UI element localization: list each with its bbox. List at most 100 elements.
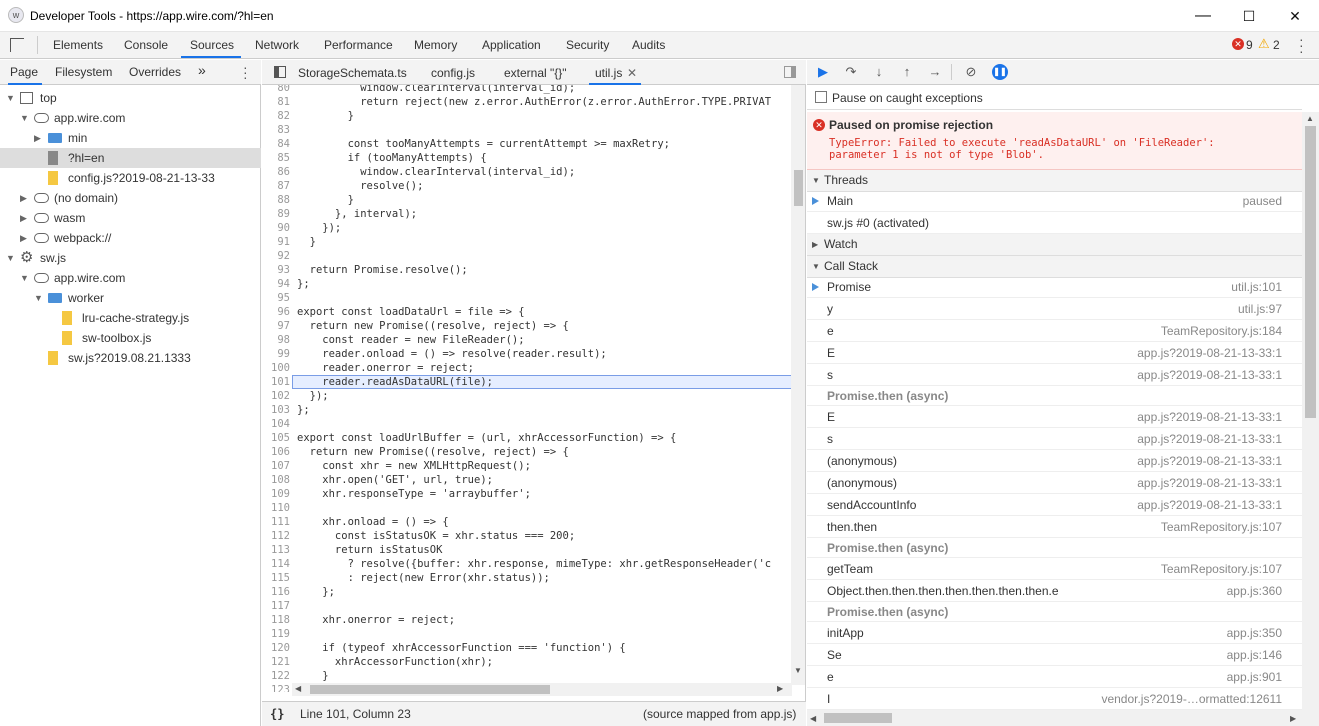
expanded-icon[interactable]: ▼ [34, 288, 43, 308]
code-line[interactable]: xhr.open('GET', url, true); [297, 473, 493, 487]
step-out-icon[interactable]: ↑ [899, 64, 915, 80]
frame-location[interactable]: TeamRepository.js:184 [1161, 320, 1282, 342]
tree-item[interactable]: ▼ app.wire.com [0, 268, 261, 288]
line-number[interactable]: 109 [262, 487, 290, 501]
callstack-section-header[interactable]: ▼ Call Stack [807, 256, 1302, 278]
watch-section-header[interactable]: ▶ Watch [807, 234, 1302, 256]
line-number[interactable]: 117 [262, 599, 290, 613]
code-line[interactable]: : reject(new Error(xhr.status)); [297, 571, 550, 585]
frame-location[interactable]: app.js?2019-08-21-13-33:1 [1137, 450, 1282, 472]
scrollbar-thumb[interactable] [794, 170, 803, 206]
callstack-frame[interactable]: Object.then.then.then.then.then.then.the… [807, 580, 1302, 602]
line-number[interactable]: 115 [262, 571, 290, 585]
navigator-menu-icon[interactable]: · · · [243, 60, 248, 84]
frame-location[interactable]: app.js?2019-08-21-13-33:1 [1137, 494, 1282, 516]
collapsed-icon[interactable]: ▶ [34, 128, 41, 148]
line-number[interactable]: 91 [262, 235, 290, 249]
callstack-frame[interactable]: initApp app.js:350 [807, 622, 1302, 644]
tab-sources[interactable]: Sources [190, 38, 234, 52]
tab-performance[interactable]: Performance [324, 38, 393, 52]
error-count[interactable]: 9 [1246, 38, 1253, 52]
tab-application[interactable]: Application [482, 38, 541, 52]
line-number[interactable]: 81 [262, 95, 290, 109]
tree-item[interactable]: ?hl=en [0, 148, 261, 168]
frame-location[interactable]: app.js?2019-08-21-13-33:1 [1137, 364, 1282, 386]
code-line[interactable]: return isStatusOK [297, 543, 442, 557]
code-line[interactable]: return reject(new z.error.AuthError(z.er… [297, 95, 771, 109]
line-number[interactable]: 120 [262, 641, 290, 655]
editor-tab-util[interactable]: util.js [595, 66, 622, 80]
warning-icon[interactable]: ⚠ [1258, 36, 1270, 52]
threads-section-header[interactable]: ▼ Threads [807, 170, 1302, 192]
tree-item[interactable]: lru-cache-strategy.js [0, 308, 261, 328]
callstack-frame[interactable]: sendAccountInfo app.js?2019-08-21-13-33:1 [807, 494, 1302, 516]
code-line[interactable]: xhrAccessorFunction(xhr); [297, 655, 493, 669]
code-line[interactable]: }; [297, 585, 335, 599]
code-line[interactable]: export const loadUrlBuffer = (url, xhrAc… [297, 431, 676, 445]
close-button[interactable]: ✕ [1272, 0, 1318, 32]
line-number[interactable]: 104 [262, 417, 290, 431]
inspect-element-icon[interactable] [10, 38, 24, 52]
line-number[interactable]: 116 [262, 585, 290, 599]
frame-location[interactable]: TeamRepository.js:107 [1161, 558, 1282, 580]
tree-item[interactable]: ▶ (no domain) [0, 188, 261, 208]
line-number[interactable]: 88 [262, 193, 290, 207]
code-line[interactable]: reader.readAsDataURL(file); [297, 375, 493, 389]
tree-item[interactable]: sw.js?2019.08.21.1333 [0, 348, 261, 368]
line-number[interactable]: 123 [262, 683, 290, 692]
code-line[interactable]: window.clearInterval(interval_id); [297, 85, 575, 95]
code-line[interactable]: xhr.onload = () => { [297, 515, 448, 529]
scrollbar-thumb[interactable] [824, 713, 892, 723]
more-tabs-icon[interactable]: » [198, 62, 206, 78]
scroll-down-icon[interactable]: ▼ [794, 666, 802, 675]
frame-location[interactable]: TeamRepository.js:107 [1161, 516, 1282, 538]
code-line[interactable]: return new Promise((resolve, reject) => … [297, 319, 569, 333]
callstack-frame[interactable]: Eapp.js?2019-08-21-13-33:1 [807, 342, 1302, 364]
line-number[interactable]: 114 [262, 557, 290, 571]
scroll-up-icon[interactable]: ▲ [1306, 114, 1314, 123]
callstack-frame[interactable]: e TeamRepository.js:184 [807, 320, 1302, 342]
callstack-frame[interactable]: getTeam TeamRepository.js:107 [807, 558, 1302, 580]
code-line[interactable]: const reader = new FileReader(); [297, 333, 524, 347]
frame-location[interactable]: vendor.js?2019-…ormatted:12611 [1101, 688, 1282, 710]
debugger-horizontal-scrollbar[interactable] [807, 710, 1302, 726]
frame-location[interactable]: app.js:350 [1227, 622, 1282, 644]
close-tab-icon[interactable]: ✕ [627, 66, 637, 80]
callstack-frame[interactable]: y util.js:97 [807, 298, 1302, 320]
tree-item[interactable]: config.js?2019-08-21-13-33 [0, 168, 261, 188]
callstack-frame[interactable]: then.then TeamRepository.js:107 [807, 516, 1302, 538]
tree-item[interactable]: ▶ min [0, 128, 261, 148]
tab-elements[interactable]: Elements [53, 38, 103, 52]
more-menu-icon[interactable]: · · · [1299, 32, 1304, 58]
tab-security[interactable]: Security [566, 38, 609, 52]
code-line[interactable]: reader.onerror = reject; [297, 361, 474, 375]
tab-network[interactable]: Network [255, 38, 299, 52]
pause-on-exceptions-icon[interactable]: ❚❚ [992, 64, 1008, 80]
step-over-icon[interactable]: ↷ [843, 64, 859, 80]
toggle-debugger-icon[interactable] [784, 66, 796, 78]
callstack-frame[interactable]: Promise util.js:101 [807, 276, 1302, 298]
code-line[interactable]: const tooManyAttempts = currentAttempt >… [297, 137, 670, 151]
collapsed-icon[interactable]: ▶ [20, 188, 27, 208]
line-number[interactable]: 89 [262, 207, 290, 221]
scroll-right-icon[interactable]: ▶ [1290, 714, 1296, 723]
line-number[interactable]: 96 [262, 305, 290, 319]
scrollbar-thumb[interactable] [1305, 126, 1316, 418]
code-line[interactable]: window.clearInterval(interval_id); [297, 165, 575, 179]
code-line[interactable]: const isStatusOK = xhr.status === 200; [297, 529, 575, 543]
deactivate-breakpoints-icon[interactable]: ⊘ [963, 64, 979, 80]
code-line[interactable]: return new Promise((resolve, reject) => … [297, 445, 569, 459]
scroll-left-icon[interactable]: ◀ [810, 714, 816, 723]
callstack-frame[interactable]: Ivendor.js?2019-…ormatted:12611 [807, 688, 1302, 710]
line-number[interactable]: 110 [262, 501, 290, 515]
callstack-frame[interactable]: (anonymous) app.js?2019-08-21-13-33:1 [807, 472, 1302, 494]
line-number[interactable]: 105 [262, 431, 290, 445]
tab-console[interactable]: Console [124, 38, 168, 52]
frame-location[interactable]: app.js?2019-08-21-13-33:1 [1137, 406, 1282, 428]
code-line[interactable]: xhr.responseType = 'arraybuffer'; [297, 487, 531, 501]
editor-tab-external[interactable]: external "{}" [504, 66, 567, 80]
line-number[interactable]: 122 [262, 669, 290, 683]
source-map-info[interactable]: (source mapped from app.js) [643, 702, 796, 726]
frame-location[interactable]: app.js?2019-08-21-13-33:1 [1137, 342, 1282, 364]
line-number[interactable]: 121 [262, 655, 290, 669]
